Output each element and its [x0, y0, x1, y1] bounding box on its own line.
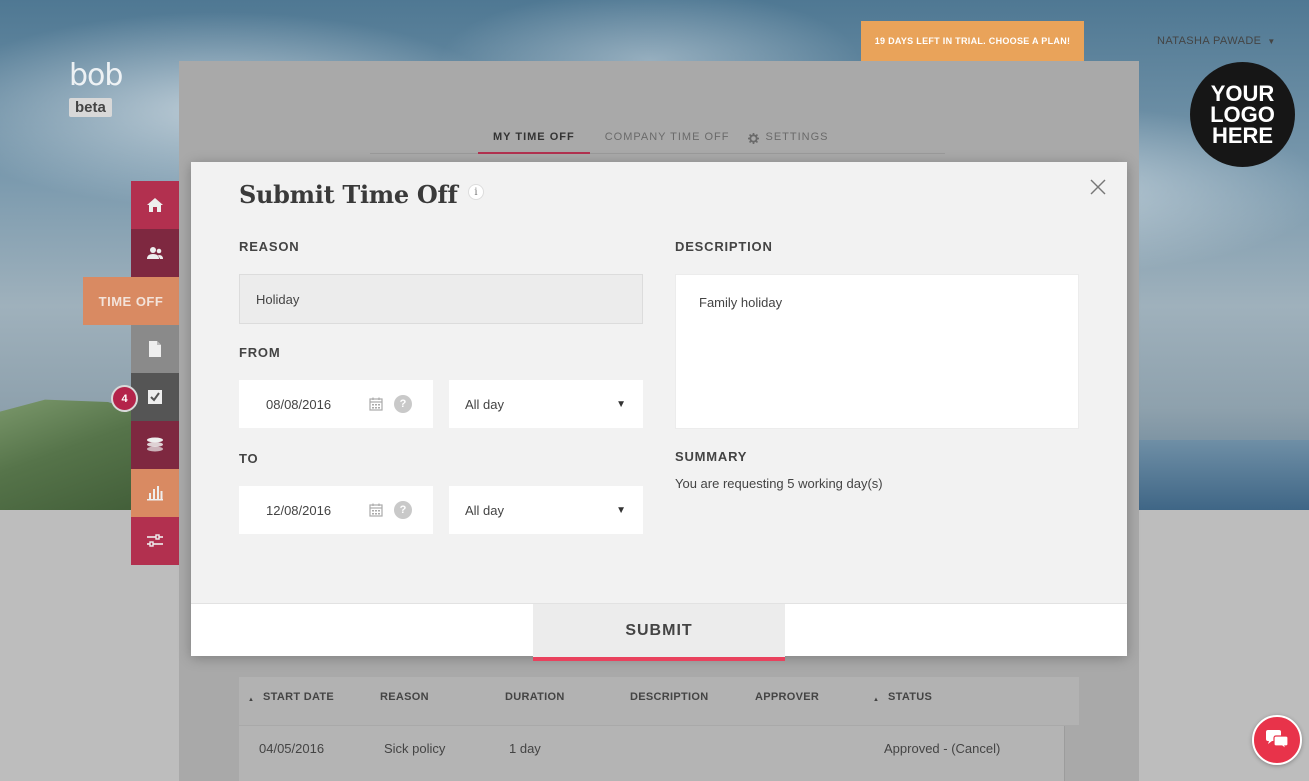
- sidebar-item-documents[interactable]: [131, 325, 179, 373]
- from-date-input[interactable]: 08/08/2016 ?: [239, 380, 433, 428]
- to-date-input[interactable]: 12/08/2016 ?: [239, 486, 433, 534]
- tab-my-time-off[interactable]: MY TIME OFF: [478, 124, 590, 154]
- gear-icon: [748, 133, 760, 144]
- cell-start-date: 04/05/2016: [259, 741, 325, 756]
- chevron-down-icon: ▼: [616, 399, 626, 410]
- sidebar-item-settings[interactable]: [131, 517, 179, 565]
- sidebar-item-payroll[interactable]: [131, 421, 179, 469]
- user-menu[interactable]: NATASHA PAWADE ▼: [1157, 35, 1276, 47]
- logo-line-1: YOUR: [1210, 81, 1275, 106]
- submit-button[interactable]: SUBMIT: [533, 604, 785, 661]
- checkbox-icon: [148, 390, 162, 404]
- summary-label: SUMMARY: [675, 449, 748, 464]
- sidebar-item-reports[interactable]: [131, 469, 179, 517]
- sidebar: [131, 181, 179, 565]
- submit-time-off-modal: Submit Time Off i REASON Holiday FROM 08…: [191, 162, 1127, 661]
- time-off-tabs: MY TIME OFF COMPANY TIME OFF SETTINGS: [370, 124, 945, 154]
- calendar-icon[interactable]: [369, 503, 383, 517]
- column-header-approver[interactable]: APPROVER: [755, 691, 819, 703]
- background-sea: [1139, 440, 1309, 510]
- modal-footer: SUBMIT: [191, 603, 1127, 661]
- coins-icon: [147, 437, 163, 452]
- sidebar-item-time-off[interactable]: TIME OFF: [83, 277, 179, 325]
- sidebar-item-home[interactable]: [131, 181, 179, 229]
- column-header-reason[interactable]: REASON: [380, 691, 429, 703]
- sliders-icon: [147, 534, 163, 547]
- beta-badge: beta: [69, 98, 112, 117]
- from-date-value: 08/08/2016: [266, 396, 332, 412]
- column-header-duration[interactable]: DURATION: [505, 691, 565, 703]
- user-name: NATASHA PAWADE: [1157, 35, 1262, 47]
- column-header-status[interactable]: STATUS: [888, 691, 932, 703]
- home-icon: [147, 198, 163, 212]
- logo-line-3: HERE: [1211, 123, 1274, 148]
- chevron-down-icon: ▼: [616, 505, 626, 516]
- tasks-count-badge: 4: [111, 385, 138, 412]
- to-date-value: 12/08/2016: [266, 502, 332, 518]
- to-period-value: All day: [465, 502, 505, 518]
- bar-chart-icon: [147, 486, 163, 501]
- to-label: TO: [239, 451, 259, 466]
- summary-text: You are requesting 5 working day(s): [675, 476, 883, 491]
- time-off-table: ▲ START DATE REASON DURATION DESCRIPTION…: [239, 677, 1079, 781]
- reason-label: REASON: [239, 239, 300, 254]
- table-row[interactable]: 04/05/2016 Sick policy 1 day Approved - …: [239, 726, 1065, 781]
- cell-status[interactable]: Approved - (Cancel): [884, 741, 1000, 756]
- from-period-select[interactable]: All day ▼: [449, 380, 643, 428]
- table-header: ▲ START DATE REASON DURATION DESCRIPTION…: [239, 677, 1079, 725]
- sort-arrow-icon[interactable]: ▲: [873, 697, 879, 703]
- calendar-icon[interactable]: [369, 397, 383, 411]
- modal-title: Submit Time Off: [239, 180, 458, 209]
- help-icon[interactable]: ?: [394, 501, 412, 519]
- sidebar-item-tasks[interactable]: [131, 373, 179, 421]
- tab-company-time-off[interactable]: COMPANY TIME OFF: [590, 124, 745, 154]
- description-textarea[interactable]: Family holiday: [675, 274, 1079, 429]
- sort-arrow-icon[interactable]: ▲: [248, 697, 254, 703]
- info-icon[interactable]: i: [468, 184, 484, 200]
- description-value: Family holiday: [699, 295, 783, 310]
- from-period-value: All day: [465, 396, 505, 412]
- reason-value: Holiday: [256, 291, 300, 307]
- cell-duration: 1 day: [509, 741, 541, 756]
- trial-banner[interactable]: 19 DAYS LEFT IN TRIAL. CHOOSE A PLAN!: [861, 21, 1084, 61]
- brand-logo[interactable]: bob beta: [69, 58, 123, 117]
- cell-reason: Sick policy: [384, 741, 446, 756]
- chevron-down-icon: ▼: [1267, 36, 1276, 46]
- logo-line-2: LOGO: [1210, 102, 1275, 127]
- people-icon: [147, 247, 163, 259]
- column-header-start-date[interactable]: START DATE: [263, 691, 334, 703]
- help-icon[interactable]: ?: [394, 395, 412, 413]
- column-header-description[interactable]: DESCRIPTION: [630, 691, 708, 703]
- from-label: FROM: [239, 345, 281, 360]
- to-period-select[interactable]: All day ▼: [449, 486, 643, 534]
- chat-button[interactable]: [1252, 715, 1302, 765]
- chat-bubbles-icon: [1266, 730, 1289, 751]
- sidebar-item-people[interactable]: [131, 229, 179, 277]
- reason-select[interactable]: Holiday: [239, 274, 643, 324]
- company-logo: YOUR LOGO HERE: [1190, 62, 1295, 167]
- tab-settings[interactable]: SETTINGS: [744, 124, 843, 154]
- close-icon[interactable]: [1089, 178, 1107, 196]
- description-label: DESCRIPTION: [675, 239, 773, 254]
- document-icon: [149, 341, 161, 357]
- brand-name: bob: [69, 58, 123, 93]
